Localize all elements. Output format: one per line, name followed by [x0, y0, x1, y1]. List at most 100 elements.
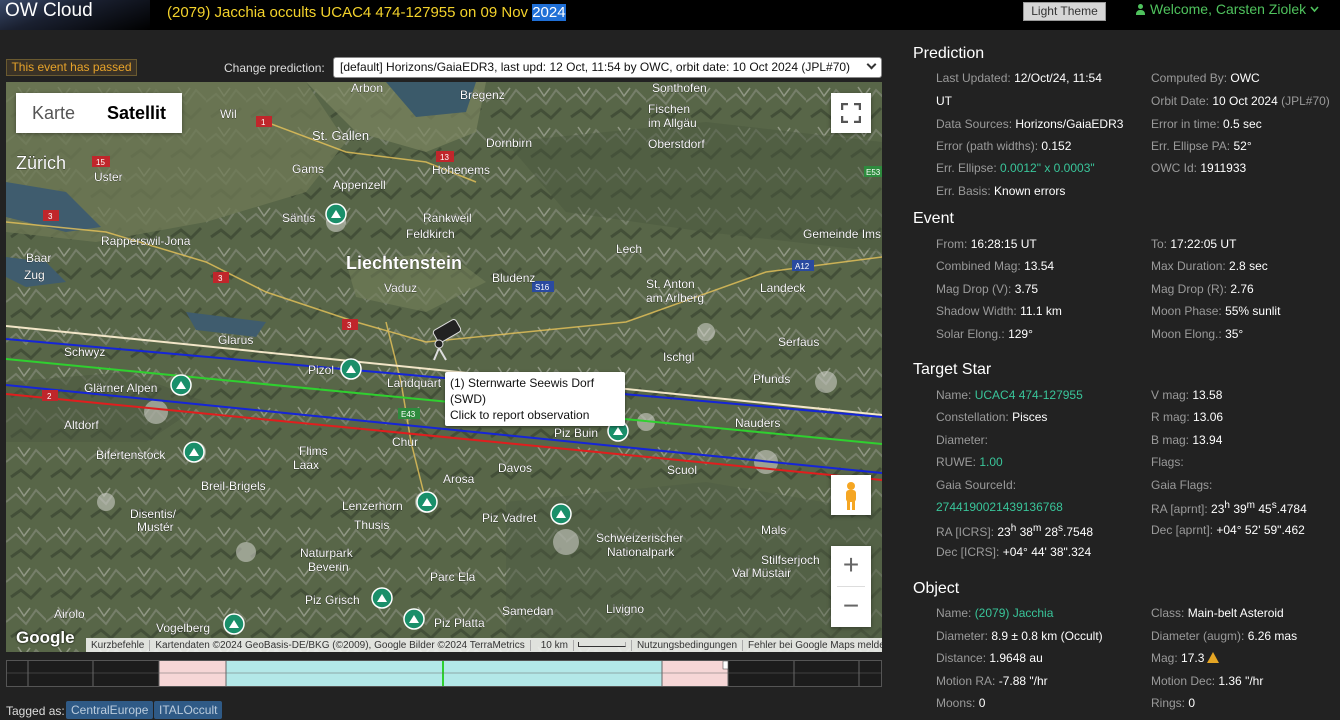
svg-text:Nauders: Nauders	[735, 416, 780, 430]
tooltip-station: (1) Sternwarte Seewis Dorf (SWD)	[450, 376, 595, 406]
last-updated-row: Last Updated: 12/Oct/24, 11:54	[936, 71, 1102, 85]
ra-aprnt-value: 23h 39m 45s.4784	[1211, 500, 1307, 516]
ra-icrs-m: 38	[1019, 525, 1033, 539]
svg-text:Fischen: Fischen	[648, 102, 690, 116]
svg-text:Vaduz: Vaduz	[384, 281, 417, 295]
gaia-source-link[interactable]: 2744190021439136768	[936, 500, 1063, 514]
mag-drop-v-row: Mag Drop (V): 3.75	[936, 282, 1038, 296]
map-type-satellit[interactable]: Satellit	[91, 93, 182, 133]
last-updated-row-cont: UT	[936, 94, 952, 108]
err-basis-key: Err. Basis:	[936, 184, 991, 198]
scale-indicator[interactable]: 10 km	[531, 639, 632, 651]
ra-aprnt-h: 23	[1211, 502, 1225, 516]
tags-label: Tagged as:	[6, 704, 65, 718]
google-logo[interactable]: Google	[16, 628, 75, 648]
ra-aprnt-key: RA [aprnt]:	[1151, 502, 1208, 516]
logo[interactable]: OW Cloud	[0, 0, 150, 30]
svg-text:Bregenz: Bregenz	[460, 88, 505, 102]
map-view[interactable]: 1 13 15 3 3 3 2 E43 S16 A12 E53 Arbon So…	[6, 82, 882, 652]
svg-text:Scuol: Scuol	[667, 463, 697, 477]
svg-text:Disentis/: Disentis/	[130, 507, 177, 521]
svg-text:Thusis: Thusis	[354, 518, 389, 532]
object-diameter-source: (Occult)	[1060, 629, 1103, 643]
flags-key: Flags:	[1151, 455, 1184, 469]
svg-text:Lenzerhorn: Lenzerhorn	[342, 499, 403, 513]
svg-text:Uster: Uster	[94, 170, 123, 184]
diameter-augm-value: 6.26 mas	[1247, 629, 1298, 643]
star-name-row: Name: UCAC4 474-127955	[936, 388, 1083, 402]
svg-text:Schweizerischer: Schweizerischer	[596, 531, 683, 545]
object-name-row: Name: (2079) Jacchia	[936, 606, 1053, 620]
svg-text:am Arlberg: am Arlberg	[646, 291, 704, 305]
street-view-pegman[interactable]	[831, 475, 871, 515]
star-diameter-row: Diameter:	[936, 433, 988, 447]
object-name-link[interactable]: (2079) Jacchia	[975, 606, 1054, 620]
object-heading: Object	[913, 580, 960, 597]
solar-elong-value: 129°	[1008, 327, 1033, 341]
error-path-key: Error (path widths):	[936, 139, 1039, 153]
event-to-key: To:	[1151, 237, 1168, 251]
fullscreen-button[interactable]	[831, 93, 871, 133]
motion-ra-key: Motion RA:	[936, 674, 996, 688]
svg-text:Davos: Davos	[498, 461, 532, 475]
svg-text:Hohenems: Hohenems	[432, 163, 490, 177]
moon-phase-value: 55% sunlit	[1225, 304, 1281, 318]
svg-text:Piz Platta: Piz Platta	[434, 616, 485, 630]
warning-icon[interactable]	[1207, 652, 1220, 663]
prediction-select[interactable]: [default] Horizons/GaiaEDR3, last upd: 1…	[333, 57, 882, 78]
constellation-row: Constellation: Pisces	[936, 410, 1047, 424]
object-diameter-key: Diameter:	[936, 629, 989, 643]
gaia-source-value-row: 2744190021439136768	[936, 500, 1063, 514]
constellation-value: Pisces	[1012, 410, 1048, 424]
keyboard-shortcuts-link[interactable]: Kurzbefehle	[86, 639, 151, 651]
moon-elong-row: Moon Elong.: 35°	[1151, 327, 1243, 341]
tag-italoccult[interactable]: ITALOccult	[154, 701, 223, 719]
svg-text:Appenzell: Appenzell	[333, 178, 386, 192]
err-ellipse-pa-row: Err. Ellipse PA: 52°	[1151, 139, 1252, 153]
ra-icrs-value: 23h 38m 28s.7548	[997, 523, 1094, 539]
svg-text:Wil: Wil	[220, 107, 237, 121]
rings-value: 0	[1188, 696, 1196, 710]
map-data-credit: Kartendaten ©2024 GeoBasis-DE/BKG (©2009…	[150, 639, 531, 651]
user-menu[interactable]: Welcome, Carsten Ziolek	[1136, 1, 1319, 17]
target-star-heading: Target Star	[913, 361, 992, 378]
report-error-link[interactable]: Fehler bei Google Maps melden	[743, 640, 882, 651]
owc-id-key: OWC Id:	[1151, 161, 1198, 175]
star-name-link[interactable]: UCAC4 474-127955	[975, 388, 1083, 402]
object-diameter-value: 8.9 ± 0.8 km	[991, 629, 1058, 643]
vmag-row: V mag: 13.58	[1151, 388, 1222, 402]
zoom-out-button[interactable]: −	[831, 587, 871, 627]
svg-text:Mals: Mals	[761, 523, 786, 537]
scale-label: 10 km	[535, 639, 574, 651]
object-diameter-row: Diameter: 8.9 ± 0.8 km (Occult)	[936, 629, 1103, 643]
svg-text:E43: E43	[401, 410, 416, 419]
error-path-value: 0.152	[1041, 139, 1072, 153]
orbit-date-key: Orbit Date:	[1151, 94, 1210, 108]
max-duration-key: Max Duration:	[1151, 259, 1226, 273]
event-title-year: 2024	[532, 4, 566, 21]
gaia-source-row: Gaia SourceId:	[936, 478, 1016, 492]
svg-text:Dornbirn: Dornbirn	[486, 136, 532, 150]
event-timeline[interactable]	[6, 660, 882, 687]
light-theme-button[interactable]: Light Theme	[1023, 2, 1106, 21]
dec-aprnt-row: Dec [aprnt]: +04° 52' 59".462	[1151, 523, 1305, 537]
err-ellipse-key: Err. Ellipse:	[936, 161, 997, 175]
tag-centraleurope[interactable]: CentralEurope	[66, 701, 154, 719]
class-key: Class:	[1151, 606, 1185, 620]
svg-text:2: 2	[47, 392, 52, 401]
timeline-bar	[7, 660, 881, 686]
terms-link[interactable]: Nutzungsbedingungen	[632, 639, 744, 651]
svg-text:Pizol: Pizol	[308, 363, 334, 377]
svg-text:Piz Vadret: Piz Vadret	[482, 511, 537, 525]
ra-aprnt-s: 45	[1258, 502, 1272, 516]
svg-text:Vogelberg: Vogelberg	[156, 621, 210, 635]
zoom-in-button[interactable]: +	[831, 546, 871, 586]
rings-row: Rings: 0	[1151, 696, 1195, 710]
observer-tooltip[interactable]: (1) Sternwarte Seewis Dorf (SWD) Click t…	[445, 372, 625, 426]
map-type-karte[interactable]: Karte	[16, 93, 91, 133]
svg-text:15: 15	[96, 158, 105, 167]
combined-mag-row: Combined Mag: 13.54	[936, 259, 1054, 273]
svg-text:Zürich: Zürich	[16, 153, 66, 173]
shadow-width-value: 11.1 km	[1020, 304, 1062, 318]
shadow-width-row: Shadow Width: 11.1 km	[936, 304, 1062, 318]
